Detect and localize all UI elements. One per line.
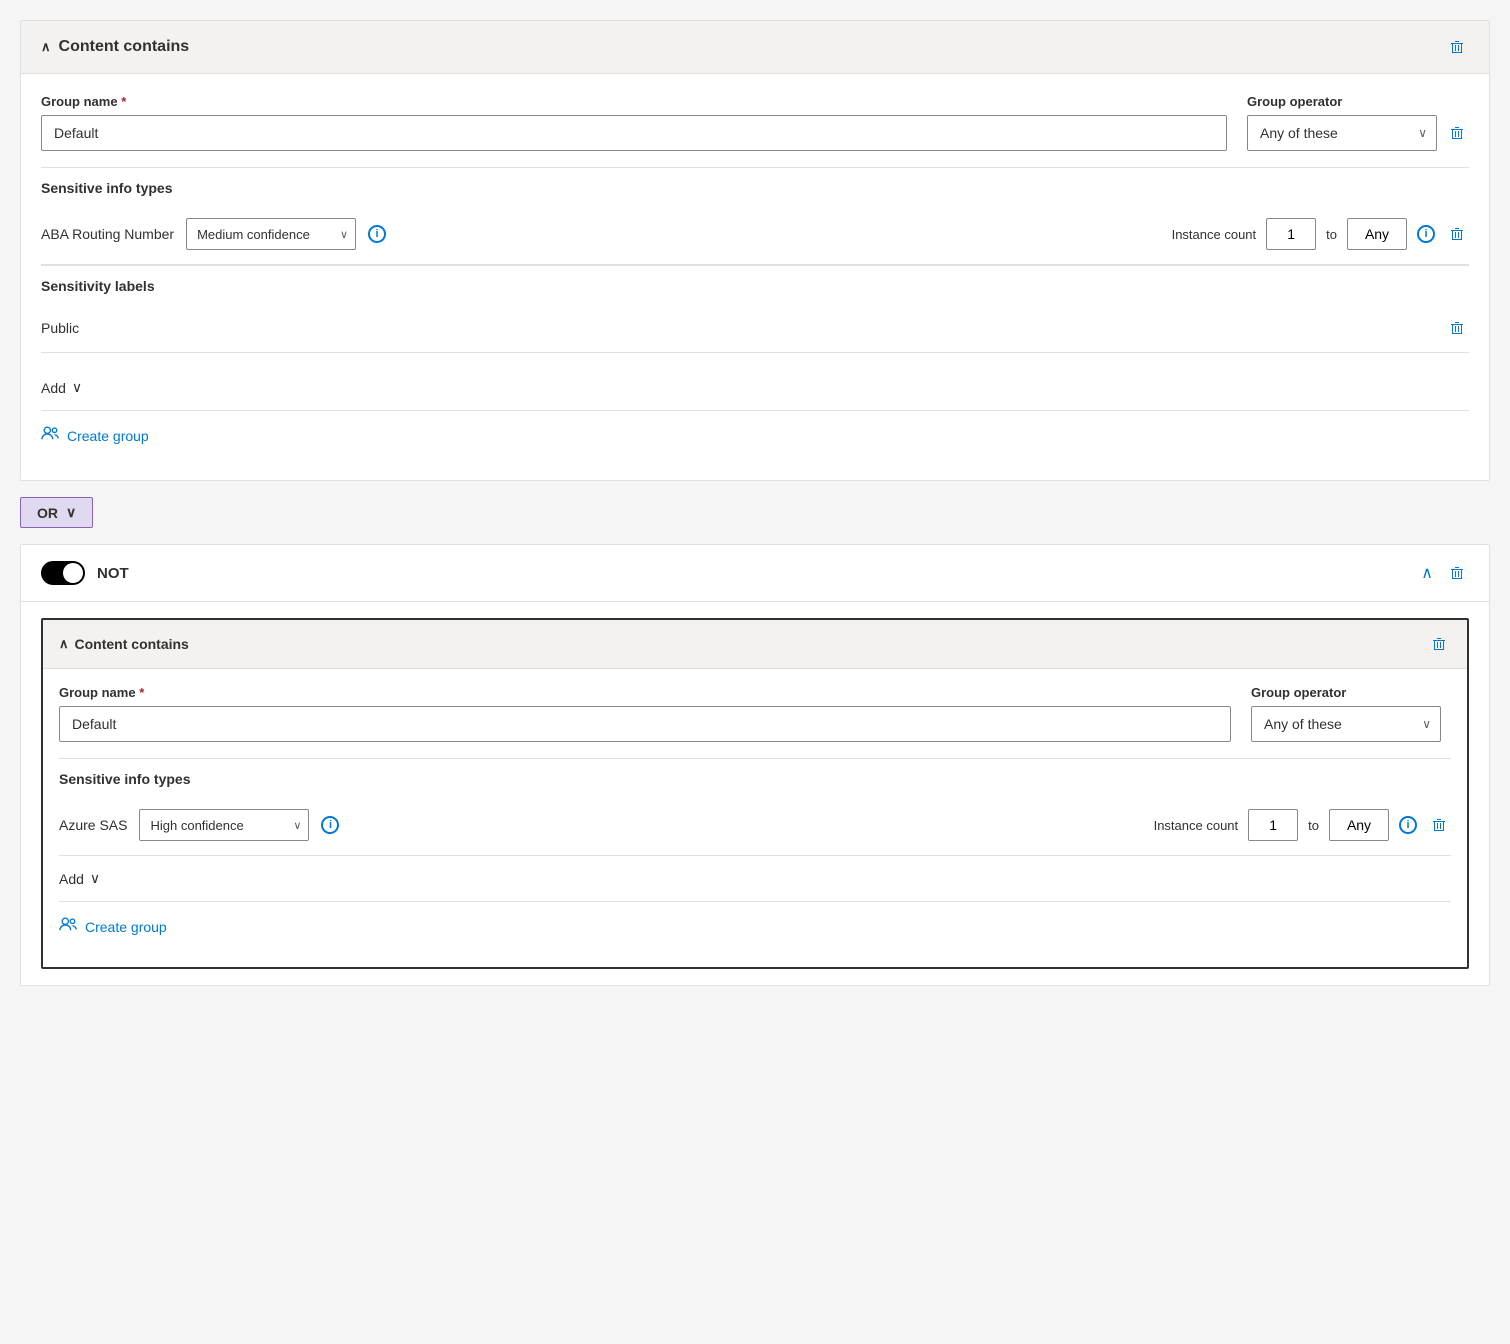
block1-add-label: Add (41, 380, 66, 396)
not-toggle-slider (41, 561, 85, 585)
not-header-right: ∧ (1417, 559, 1469, 587)
not-toggle-knob (63, 563, 83, 583)
block1-public-row: Public (41, 304, 1469, 353)
or-button-label: OR (37, 505, 58, 521)
block2-group-operator-label: Group operator (1251, 685, 1451, 700)
not-block-body: ∧ Content contains Group name (21, 602, 1489, 985)
block2-add-label: Add (59, 871, 84, 887)
block1-group-name-label: Group name * (41, 94, 1227, 109)
block1-group-operator-dropdown-wrapper: Any of these All of these ∨ (1247, 115, 1437, 151)
block1-aba-delete-button[interactable] (1445, 222, 1469, 246)
block1-public-label: Public (41, 320, 79, 336)
block1-public-delete-button[interactable] (1445, 316, 1469, 340)
not-block: NOT ∧ ∧ Content contains (20, 544, 1490, 986)
not-expand-button[interactable]: ∧ (1417, 559, 1437, 587)
block2-form-row: Group name * Group operator Any of these (59, 685, 1451, 742)
block2-azure-sas-row-left: Azure SAS Low confidence Medium confiden… (59, 809, 339, 841)
block2-instance-count-label: Instance count (1154, 818, 1239, 833)
not-expand-icon: ∧ (1421, 563, 1433, 583)
block2-azure-sas-delete-button[interactable] (1427, 813, 1451, 837)
block2-confidence-select[interactable]: Low confidence Medium confidence High co… (139, 809, 309, 841)
block1-group-name-input[interactable] (41, 115, 1227, 151)
not-toggle[interactable] (41, 561, 85, 585)
block1-instance-count-label: Instance count (1172, 227, 1257, 242)
block2-group-name-input[interactable] (59, 706, 1231, 742)
or-button-wrapper: OR ∨ (20, 497, 1490, 528)
inner-content-body: Group name * Group operator Any of these (43, 669, 1467, 967)
block1-group-name-group: Group name * (41, 94, 1227, 151)
block1-create-group-row[interactable]: Create group (41, 411, 1469, 460)
block2-sensitive-section: Sensitive info types Azure SAS Low confi… (59, 758, 1451, 856)
or-button-chevron-icon: ∨ (66, 504, 76, 521)
block1-aba-row-left: ABA Routing Number Low confidence Medium… (41, 218, 386, 250)
block2-group-name-label: Group name * (59, 685, 1231, 700)
not-header-left: NOT (41, 561, 129, 585)
block1-sensitivity-labels-section: Sensitivity labels Public (41, 265, 1469, 365)
block1-aba-name: ABA Routing Number (41, 226, 174, 242)
block2-azure-sas-row: Azure SAS Low confidence Medium confiden… (59, 795, 1451, 856)
block1-instance-info-icon[interactable]: i (1417, 225, 1435, 243)
block2-instance-from-input[interactable] (1248, 809, 1298, 841)
block1-operator-delete-button[interactable] (1445, 121, 1469, 145)
block1-title-text: Content contains (59, 38, 190, 56)
block1-to-label: to (1326, 227, 1337, 242)
block2-group-operator-dropdown-wrapper: Any of these All of these ∨ (1251, 706, 1441, 742)
block1-sensitivity-labels-label: Sensitivity labels (41, 278, 1469, 294)
block1-title: ∧ Content contains (41, 38, 189, 56)
content-contains-block-1: ∧ Content contains Group name * (20, 20, 1490, 481)
or-button[interactable]: OR ∨ (20, 497, 93, 528)
block1-instance-from-input[interactable] (1266, 218, 1316, 250)
not-delete-button[interactable] (1445, 561, 1469, 585)
block1-add-chevron-icon: ∨ (72, 379, 82, 396)
collapse-icon-1[interactable]: ∧ (41, 39, 51, 55)
block2-create-group-label: Create group (85, 919, 167, 935)
block1-instance-to-input[interactable] (1347, 218, 1407, 250)
block2-to-label: to (1308, 818, 1319, 833)
block1-aba-info-icon[interactable]: i (368, 225, 386, 243)
block2-confidence-wrapper: Low confidence Medium confidence High co… (139, 809, 309, 841)
block2-people-icon (59, 916, 77, 937)
block1-aba-row: ABA Routing Number Low confidence Medium… (41, 204, 1469, 265)
block2-required-star: * (139, 685, 144, 700)
block2-azure-sas-info-icon[interactable]: i (321, 816, 339, 834)
block2-instance-to-input[interactable] (1329, 809, 1389, 841)
block1-sensitive-label: Sensitive info types (41, 167, 1469, 204)
inner-content-block: ∧ Content contains Group name (41, 618, 1469, 969)
block1-sensitive-section: Sensitive info types ABA Routing Number … (41, 167, 1469, 265)
block1-group-operator-group: Group operator Any of these All of these… (1247, 94, 1469, 151)
inner-collapse-icon[interactable]: ∧ (59, 636, 69, 652)
block1-group-operator-select[interactable]: Any of these All of these (1247, 115, 1437, 151)
block1-form-row: Group name * Group operator Any of these… (41, 94, 1469, 151)
block1-add-row[interactable]: Add ∨ (41, 365, 1469, 411)
inner-content-delete-button[interactable] (1427, 632, 1451, 656)
block1-required-star: * (121, 94, 126, 109)
block2-add-chevron-icon: ∨ (90, 870, 100, 887)
block1-header: ∧ Content contains (21, 21, 1489, 74)
block2-sensitive-label: Sensitive info types (59, 758, 1451, 795)
block2-group-operator-group: Group operator Any of these All of these… (1251, 685, 1451, 742)
block1-group-operator-label: Group operator (1247, 94, 1469, 109)
block1-aba-row-right: Instance count to i (1172, 218, 1469, 250)
block2-add-row[interactable]: Add ∨ (59, 856, 1451, 902)
block1-create-group-label: Create group (67, 428, 149, 444)
block1-body: Group name * Group operator Any of these… (21, 74, 1489, 480)
block1-delete-button[interactable] (1445, 35, 1469, 59)
block2-azure-sas-name: Azure SAS (59, 817, 127, 833)
block2-group-name-group: Group name * (59, 685, 1231, 742)
block1-confidence-wrapper: Low confidence Medium confidence High co… (186, 218, 356, 250)
inner-content-header: ∧ Content contains (43, 620, 1467, 669)
not-block-header: NOT ∧ (21, 545, 1489, 602)
block1-confidence-select[interactable]: Low confidence Medium confidence High co… (186, 218, 356, 250)
block2-instance-info-icon[interactable]: i (1399, 816, 1417, 834)
block2-create-group-row[interactable]: Create group (59, 902, 1451, 951)
block2-group-operator-select[interactable]: Any of these All of these (1251, 706, 1441, 742)
block1-people-icon (41, 425, 59, 446)
block2-azure-sas-row-right: Instance count to i (1154, 809, 1451, 841)
inner-content-title: ∧ Content contains (59, 636, 189, 652)
inner-content-title-text: Content contains (75, 636, 189, 652)
not-label: NOT (97, 565, 129, 582)
